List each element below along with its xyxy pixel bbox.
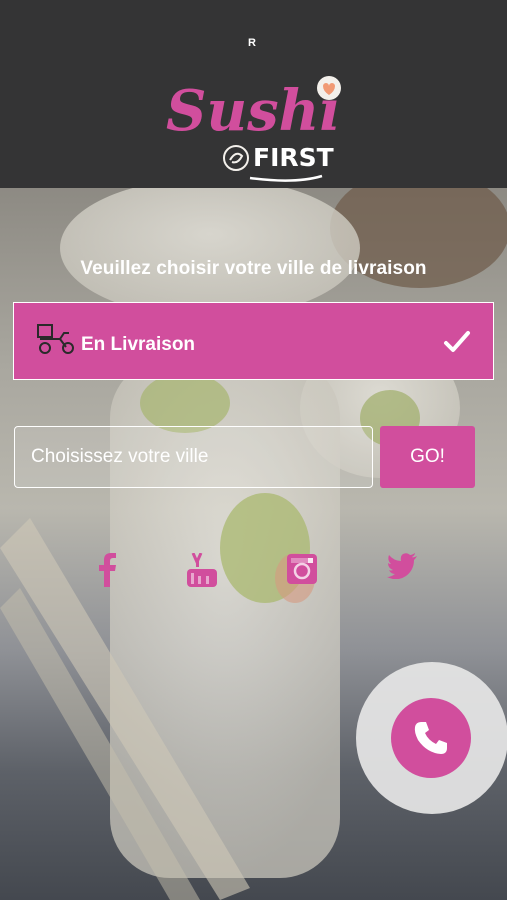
app-header: R Sushi FIRST xyxy=(0,0,507,188)
city-search-input[interactable] xyxy=(14,426,373,488)
facebook-icon[interactable] xyxy=(96,553,118,587)
svg-text:Sushi: Sushi xyxy=(166,78,341,144)
phone-icon xyxy=(414,722,447,754)
registered-mark: R xyxy=(248,37,256,49)
call-button[interactable] xyxy=(391,698,471,778)
checkmark-icon xyxy=(444,331,470,352)
sushi-first-logo: Sushi FIRST xyxy=(166,76,341,182)
instagram-icon[interactable] xyxy=(286,553,318,585)
youtube-icon[interactable] xyxy=(186,553,218,587)
page-title: Veuillez choisir votre ville de livraiso… xyxy=(80,258,427,279)
twitter-icon[interactable] xyxy=(387,553,417,579)
delivery-mode-option[interactable]: En Livraison xyxy=(13,302,494,380)
delivery-scooter-icon xyxy=(37,324,74,354)
go-button[interactable]: GO! xyxy=(380,426,475,488)
call-button-halo xyxy=(356,662,507,814)
delivery-mode-label: En Livraison xyxy=(81,334,196,355)
svg-text:FIRST: FIRST xyxy=(253,143,334,172)
